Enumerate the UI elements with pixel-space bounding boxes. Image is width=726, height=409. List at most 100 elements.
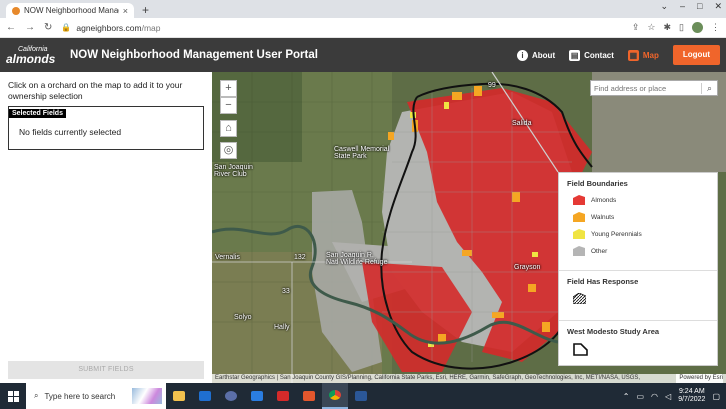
- home-button[interactable]: ⌂: [220, 120, 237, 137]
- windows-logo-icon: [7, 390, 19, 402]
- selected-fields-box: Selected Fields No fields currently sele…: [8, 106, 204, 150]
- taskbar-office[interactable]: [296, 383, 322, 409]
- map-icon: ▦: [627, 49, 639, 61]
- taskbar-chrome[interactable]: [322, 383, 348, 409]
- search-icon: ⌕: [34, 391, 39, 400]
- folder-icon: [173, 391, 185, 401]
- legend-swatch-almonds: [573, 195, 585, 205]
- legend-swatch-young-perennials: [573, 229, 585, 239]
- share-icon[interactable]: ⇪: [632, 22, 640, 33]
- locate-button[interactable]: ◎: [220, 142, 237, 159]
- taskbar-store[interactable]: [244, 383, 270, 409]
- back-arrow-icon[interactable]: ←: [6, 22, 16, 33]
- legend-item-response: [573, 293, 586, 304]
- minimize-icon[interactable]: –: [680, 1, 685, 12]
- map-legend: Field Boundaries Almonds Walnuts Young P…: [558, 172, 718, 366]
- word-icon: [355, 391, 367, 401]
- legend-item-other: Other: [573, 246, 607, 256]
- office-icon: [303, 391, 315, 401]
- instructions-text: Click on a orchard on the map to add it …: [8, 80, 183, 101]
- map-view[interactable]: + − ⌂ ◎ ⌕ Caswell Memorial State Park Sa…: [212, 72, 726, 383]
- system-tray: ⌃ ▭ ◠ ◁ 9:24 AM 9/7/2022 ▢: [623, 388, 726, 405]
- forward-arrow-icon[interactable]: →: [25, 22, 35, 33]
- zoom-out-button[interactable]: −: [220, 97, 237, 114]
- browser-action-icons: ⇪ ☆ ✱ ▯ ⋮: [632, 22, 720, 33]
- map-label-caswell: Caswell Memorial State Park: [334, 146, 390, 161]
- taskbar-word[interactable]: [348, 383, 374, 409]
- sidepanel-icon[interactable]: ▯: [679, 22, 684, 33]
- highway-132-shield: 132: [294, 254, 306, 261]
- window-controls: ⌄ – □ ✕: [660, 1, 722, 12]
- taskbar-mail[interactable]: [192, 383, 218, 409]
- address-bar[interactable]: 🔒 agneighbors.com/map: [61, 21, 622, 35]
- selected-fields-header: Selected Fields: [9, 109, 66, 118]
- map-search-input[interactable]: [591, 83, 701, 93]
- highway-99-shield: 99: [488, 82, 496, 89]
- no-fields-message: No fields currently selected: [19, 127, 122, 137]
- taskbar-file-explorer[interactable]: [166, 383, 192, 409]
- zoom-in-button[interactable]: +: [220, 80, 237, 97]
- california-almonds-logo[interactable]: California almonds: [6, 46, 62, 65]
- chevron-up-icon[interactable]: ⌃: [623, 392, 630, 401]
- submit-fields-button[interactable]: SUBMIT FIELDS: [8, 361, 204, 379]
- map-attribution: Earthstar Geographics | San Joaquin Coun…: [212, 374, 726, 383]
- mail-icon: [199, 391, 211, 401]
- left-panel: Click on a orchard on the map to add it …: [0, 72, 212, 383]
- info-icon: i: [517, 49, 528, 61]
- page-title: NOW Neighborhood Management User Portal: [70, 49, 318, 61]
- new-tab-button[interactable]: +: [142, 3, 149, 18]
- url-path: /map: [141, 22, 161, 33]
- bookmark-star-icon[interactable]: ☆: [647, 22, 655, 33]
- legend-item-almonds: Almonds: [573, 195, 616, 205]
- wifi-icon[interactable]: ◠: [651, 392, 658, 401]
- nav-about[interactable]: i About: [517, 49, 555, 61]
- taskbar-acrobat[interactable]: [270, 383, 296, 409]
- gear-icon: [225, 391, 237, 401]
- taskbar-clock[interactable]: 9:24 AM 9/7/2022: [678, 388, 705, 405]
- legend-divider: [559, 320, 717, 321]
- windows-taskbar: ⌕ Type here to search ⌃ ▭ ◠ ◁ 9:24 AM 9/…: [0, 383, 726, 409]
- browser-tabbar: NOW Neighborhood Manageme × + ⌄ – □ ✕: [0, 0, 726, 18]
- taskbar-search[interactable]: ⌕ Type here to search: [26, 383, 166, 409]
- map-label-refuge: San Joaquin R. Natl Wildlife Refuge: [326, 252, 388, 267]
- map-label-vernalis: Vernalis: [215, 254, 240, 261]
- app-header: California almonds NOW Neighborhood Mana…: [0, 38, 726, 72]
- start-button[interactable]: [0, 383, 26, 409]
- legend-item-young-perennials: Young Perennials: [573, 229, 642, 239]
- logout-button[interactable]: Logout: [672, 45, 720, 65]
- maximize-icon[interactable]: □: [697, 1, 702, 12]
- tab-search-icon[interactable]: ⌄: [660, 1, 668, 12]
- legend-title-boundaries: Field Boundaries: [567, 179, 628, 188]
- tab-close-icon[interactable]: ×: [123, 6, 128, 16]
- nav-contact[interactable]: ▤ Contact: [569, 49, 614, 61]
- tab-title: NOW Neighborhood Manageme: [24, 6, 119, 15]
- map-label-grayson: Grayson: [514, 264, 541, 271]
- map-label-hally: Hally: [274, 324, 290, 331]
- map-label-solyo: Solyo: [234, 314, 252, 321]
- search-highlight-art: [132, 388, 162, 404]
- extensions-icon[interactable]: ✱: [664, 22, 672, 33]
- map-label-salida: Salida: [512, 120, 532, 127]
- legend-title-study-area: West Modesto Study Area: [567, 327, 660, 336]
- notification-icon[interactable]: ▢: [712, 392, 720, 401]
- network-icon[interactable]: ▭: [636, 392, 644, 401]
- browser-menu-icon[interactable]: ⋮: [711, 22, 720, 33]
- legend-divider: [559, 270, 717, 271]
- taskbar-settings[interactable]: [218, 383, 244, 409]
- map-search-box[interactable]: ⌕: [590, 80, 718, 96]
- nav-map[interactable]: ▦ Map: [627, 49, 659, 61]
- close-window-icon[interactable]: ✕: [714, 1, 722, 12]
- pdf-icon: [277, 391, 289, 401]
- reload-icon[interactable]: ↻: [44, 22, 52, 33]
- search-icon[interactable]: ⌕: [701, 82, 717, 94]
- contact-card-icon: ▤: [569, 49, 581, 61]
- browser-tab[interactable]: NOW Neighborhood Manageme ×: [6, 3, 134, 18]
- profile-avatar[interactable]: [692, 22, 703, 33]
- powered-by-esri[interactable]: Powered by Esri: [676, 374, 723, 383]
- highway-33-shield: 33: [282, 288, 290, 295]
- url-domain: agneighbors.com: [76, 22, 142, 33]
- legend-item-walnuts: Walnuts: [573, 212, 614, 222]
- lock-icon: 🔒: [61, 23, 72, 32]
- hatched-pattern-icon: [573, 293, 586, 304]
- volume-icon[interactable]: ◁: [665, 392, 671, 401]
